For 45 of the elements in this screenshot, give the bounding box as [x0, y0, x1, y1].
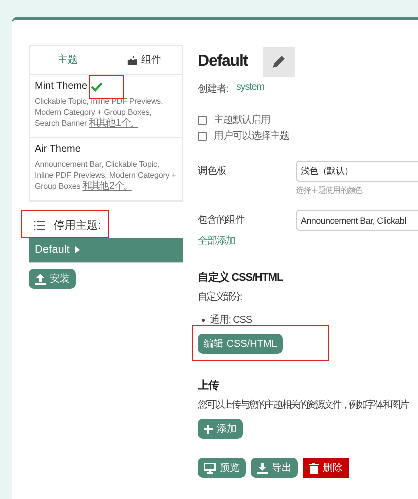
theme-item[interactable]: Air Theme Announcement Bar, Clickable Topic, Inline PDF Previews, Modern Category + Group Boxes 和其他 2 个。: [30, 138, 182, 201]
checkbox[interactable]: [198, 132, 207, 140]
pencil-icon: [272, 55, 286, 69]
edit-css-button[interactable]: 编辑 CSS/HTML: [198, 334, 284, 354]
bullet-icon: [202, 318, 205, 322]
select-field[interactable]: 浅色（默认）: [296, 161, 418, 182]
theme-components: Announcement Bar, Clickable Topic, Inline PDF Previews, Modern Category + Group Boxes 和其他 2 个。: [35, 159, 177, 192]
checkbox-label: 用户可以选择主题: [214, 130, 290, 143]
checkbox[interactable]: [198, 116, 207, 124]
theme-name: Mint Theme: [35, 81, 88, 92]
puzzle-icon: [126, 54, 138, 66]
author-link[interactable]: system: [236, 82, 264, 96]
list-item: 通用: CSS: [210, 314, 252, 327]
upload-description: 您可以上传与您的主题相关的资源文件，例如字体和图片: [198, 398, 410, 412]
install-button[interactable]: 安装: [29, 269, 76, 289]
theme-item[interactable]: Default: [29, 238, 183, 263]
section-subheading: 自定义部分:: [198, 290, 243, 304]
field-hint: 选择主题使用的颜色: [296, 185, 364, 196]
created-by-label: 创建者:: [198, 82, 228, 96]
more-link[interactable]: 和其他 2 个。: [82, 181, 132, 192]
add-all-link[interactable]: 全部添加: [198, 234, 296, 248]
trash-icon: [309, 462, 319, 474]
upload-icon: [35, 274, 46, 284]
sidebar-tab[interactable]: 组件: [106, 46, 182, 74]
download-icon: [257, 462, 268, 474]
more-link[interactable]: 和其他 1 个。: [89, 118, 138, 129]
select-field[interactable]: Announcement Bar, Clickabl: [296, 210, 418, 231]
theme-name: Air Theme: [35, 144, 81, 155]
checkbox-label: 主题默认启用: [214, 114, 270, 127]
preview-button[interactable]: 预览: [198, 458, 246, 478]
section-heading: 自定义 CSS/HTML: [198, 270, 284, 285]
field-label: 调色板: [198, 164, 228, 178]
theme-title: Default: [198, 53, 248, 71]
edit-button[interactable]: [263, 47, 296, 77]
delete-button[interactable]: 删除: [303, 458, 349, 478]
section-heading: 上传: [198, 378, 220, 393]
list-icon: [34, 220, 45, 230]
plus-icon: [204, 424, 213, 434]
sidebar-tab[interactable]: 主题: [30, 46, 106, 74]
caret-icon: [74, 246, 80, 254]
add-button[interactable]: 添加: [198, 419, 243, 439]
section-heading: 停用主题:: [54, 218, 102, 233]
export-button[interactable]: 导出: [251, 458, 298, 478]
field-label: 包含的组件: [198, 214, 246, 227]
monitor-icon: [204, 462, 216, 474]
